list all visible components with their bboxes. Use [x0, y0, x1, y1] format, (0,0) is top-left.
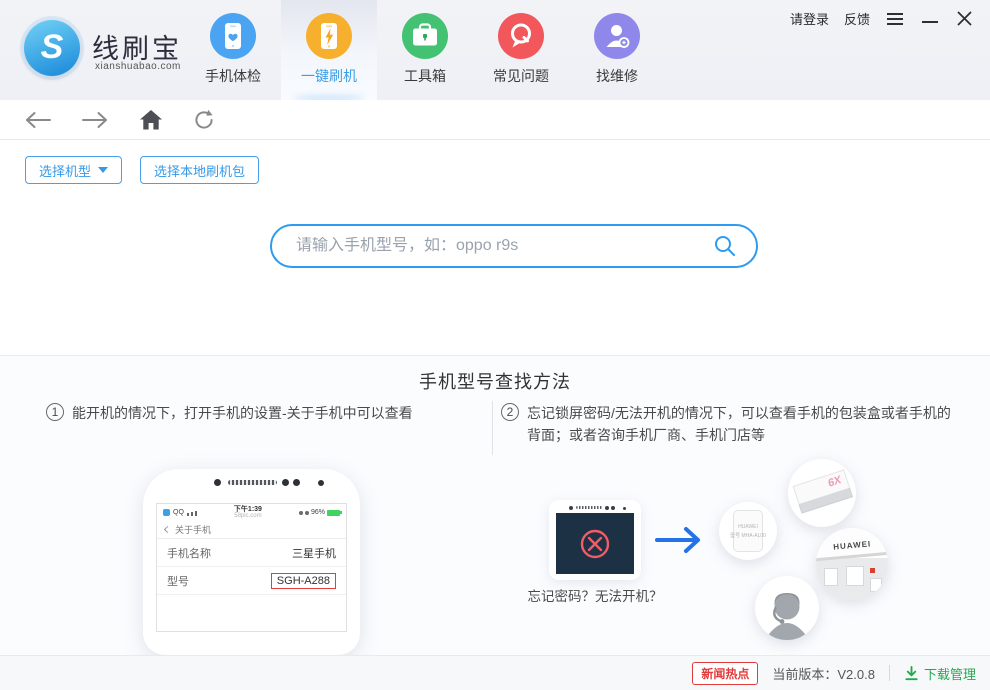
step-number: 1: [46, 403, 64, 421]
forward-icon[interactable]: [82, 111, 109, 129]
speaker-grille: [228, 480, 277, 485]
phone-back-illustration: HUAWEI 型号 MHA-AL00: [730, 510, 766, 552]
select-local-package-button[interactable]: 选择本地刷机包: [140, 156, 260, 184]
nav-item-toolbox[interactable]: 工具箱: [377, 0, 473, 100]
search-box: [270, 224, 758, 268]
download-manager-link[interactable]: 下载管理: [904, 664, 976, 683]
select-model-label: 选择机型: [39, 163, 92, 179]
refresh-icon[interactable]: [193, 109, 215, 131]
about-phone-title: 关于手机: [175, 525, 212, 535]
brand-logo-letter: S: [40, 27, 64, 66]
nav-label: 常见问题: [493, 68, 549, 84]
repair-person-icon: [594, 13, 640, 59]
battery-icon: [326, 509, 342, 516]
phone-flash-icon: [306, 13, 352, 59]
support-agent-icon: [769, 593, 805, 640]
news-hot-button[interactable]: 新闻热点: [692, 661, 759, 685]
nav-label: 找维修: [596, 68, 638, 84]
nav-label: 工具箱: [404, 68, 446, 84]
download-manager-label: 下载管理: [923, 666, 976, 682]
phone-time: 下午1:39: [233, 505, 262, 513]
error-x-icon: [580, 529, 610, 558]
phone-back-circle: HUAWEI 型号 MHA-AL00: [719, 502, 777, 560]
window-controls: 请登录 反馈: [790, 9, 974, 28]
model-row: 型号 SGH-A288: [157, 567, 346, 595]
divider: [888, 665, 890, 681]
model-lookup-guide: 手机型号查找方法 1 能开机的情况下，打开手机的设置-关于手机中可以查看 2 忘…: [0, 355, 990, 655]
sensor-dot: [318, 480, 324, 486]
camera-dot: [282, 479, 289, 486]
retail-box-circle: 6X: [788, 459, 856, 527]
settings-phone-illustration: QQ 下午1:39 58pic.com 96% 关于手机 手机名称 三星手机 型…: [143, 469, 360, 655]
store-sign-dot: [870, 568, 875, 573]
step-number: 2: [501, 403, 519, 421]
box-model-label: 6X: [826, 474, 843, 490]
feedback-link[interactable]: 反馈: [844, 9, 870, 28]
search-icon[interactable]: [714, 235, 736, 257]
column-divider: [492, 401, 493, 455]
step-text: 能开机的情况下，打开手机的设置-关于手机中可以查看: [72, 405, 413, 421]
app-window: S 线刷宝 xianshuabao.com 手机体检 一键刷机 工具箱 常见问题…: [0, 0, 990, 690]
version-label: 当前版本：V2.0.8: [772, 666, 875, 682]
question-icon: [498, 13, 544, 59]
carrier-label: QQ: [173, 509, 184, 516]
phone-screen: QQ 下午1:39 58pic.com 96% 关于手机 手机名称 三星手机 型…: [156, 503, 347, 632]
nav-item-one-key-flash[interactable]: 一键刷机: [281, 0, 377, 101]
status-bar: 新闻热点 当前版本：V2.0.8 下载管理: [0, 655, 990, 690]
back-icon[interactable]: [24, 111, 51, 129]
support-agent-circle: [755, 576, 819, 640]
login-link[interactable]: 请登录: [790, 9, 829, 28]
store-brand-label: HUAWEI: [832, 539, 872, 552]
step-text: 忘记锁屏密码/无法开机的情况下，可以查看手机的包装盒或者手机的背面；或者咨询手机…: [527, 405, 951, 443]
guide-step-1: 1 能开机的情况下，打开手机的设置-关于手机中可以查看: [46, 402, 486, 424]
phone-health-icon: [210, 13, 256, 59]
nav-item-faq[interactable]: 常见问题: [473, 0, 569, 100]
arrow-right-icon: [655, 527, 700, 553]
nav-item-repair[interactable]: 找维修: [569, 0, 665, 100]
close-icon[interactable]: [955, 9, 974, 28]
store-awning: HUAWEI: [816, 528, 888, 562]
signal-icon: [186, 513, 189, 516]
download-icon: [905, 665, 918, 680]
chevron-down-icon: [98, 167, 109, 173]
about-phone-row: 关于手机: [157, 521, 346, 539]
battery-percent: 96%: [310, 509, 325, 516]
locked-phone-illustration: [549, 500, 641, 580]
nav-item-phone-check[interactable]: 手机体检: [185, 0, 281, 100]
store-circle: HUAWEI: [816, 528, 888, 600]
search-input[interactable]: [272, 237, 714, 255]
camera-dot: [214, 479, 221, 486]
header: S 线刷宝 xianshuabao.com 手机体检 一键刷机 工具箱 常见问题…: [0, 0, 990, 101]
guide-title: 手机型号查找方法: [419, 372, 571, 392]
browser-toolbar: [0, 100, 990, 140]
retail-box-illustration: 6X: [792, 469, 854, 514]
nav-label: 一键刷机: [301, 68, 357, 84]
locked-caption: 忘记密码？无法开机？: [527, 589, 663, 604]
toolbox-icon: [402, 13, 448, 59]
brand-domain: xianshuabao.com: [95, 61, 181, 72]
guide-step-2: 2 忘记锁屏密码/无法开机的情况下，可以查看手机的包装盒或者手机的背面；或者咨询…: [501, 402, 953, 446]
menu-icon[interactable]: [885, 11, 905, 27]
watermark: 58pic.com: [234, 512, 262, 519]
phone-name-row: 手机名称 三星手机: [157, 539, 346, 567]
qq-icon: [163, 509, 170, 516]
model-highlight: SGH-A288: [270, 572, 336, 589]
nav-label: 手机体检: [205, 68, 261, 84]
main-nav: 手机体检 一键刷机 工具箱 常见问题 找维修: [185, 0, 665, 101]
back-chevron-icon: [163, 525, 172, 534]
select-local-package-label: 选择本地刷机包: [154, 163, 246, 179]
phone-status-bar: QQ 下午1:39 58pic.com 96%: [157, 504, 346, 521]
brand-logo: S: [24, 20, 80, 76]
select-model-button[interactable]: 选择机型: [25, 156, 123, 184]
minimize-icon[interactable]: [920, 12, 940, 25]
home-icon[interactable]: [140, 109, 162, 130]
camera-dot: [293, 479, 300, 486]
error-screen: [556, 513, 634, 574]
status-dot-icon: [298, 510, 303, 515]
